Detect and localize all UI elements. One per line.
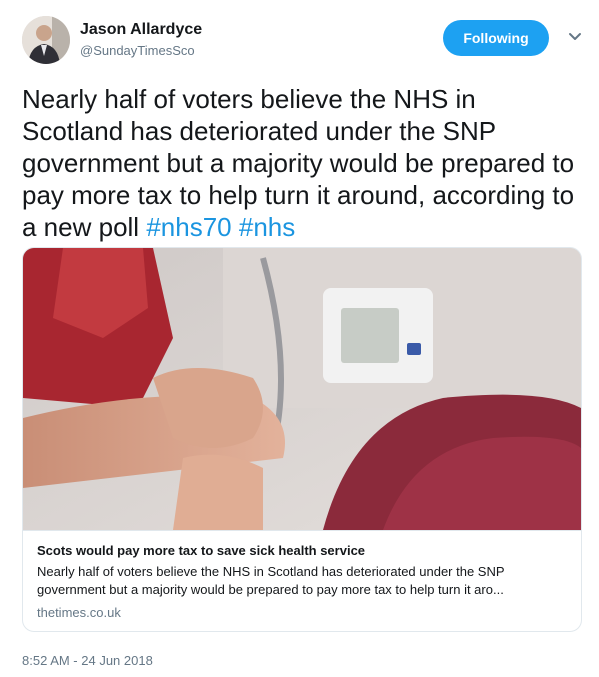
author-name[interactable]: Jason Allardyce <box>80 21 202 39</box>
tweet-header: Jason Allardyce @SundayTimesSco Followin… <box>22 16 582 66</box>
card-title[interactable]: Scots would pay more tax to save sick he… <box>37 543 365 558</box>
card-description: Nearly half of voters believe the NHS in… <box>37 564 505 597</box>
card-image[interactable] <box>23 248 581 530</box>
tweet-timestamp[interactable]: 8:52 AM - 24 Jun 2018 <box>22 653 153 668</box>
author-handle[interactable]: @SundayTimesSco <box>80 43 195 58</box>
card-body[interactable]: Scots would pay more tax to save sick he… <box>23 530 581 631</box>
tweet-body: Nearly half of voters believe the NHS in… <box>22 84 575 242</box>
card-domain: thetimes.co.uk <box>37 605 121 620</box>
avatar[interactable] <box>22 16 70 64</box>
tweet-text: Nearly half of voters believe the NHS in… <box>22 83 582 243</box>
link-card[interactable]: Scots would pay more tax to save sick he… <box>22 247 582 632</box>
chevron-down-icon[interactable] <box>566 28 584 46</box>
hashtag-nhs70[interactable]: #nhs70 <box>146 212 231 242</box>
hashtag-nhs[interactable]: #nhs <box>239 212 295 242</box>
following-button[interactable]: Following <box>443 20 549 56</box>
